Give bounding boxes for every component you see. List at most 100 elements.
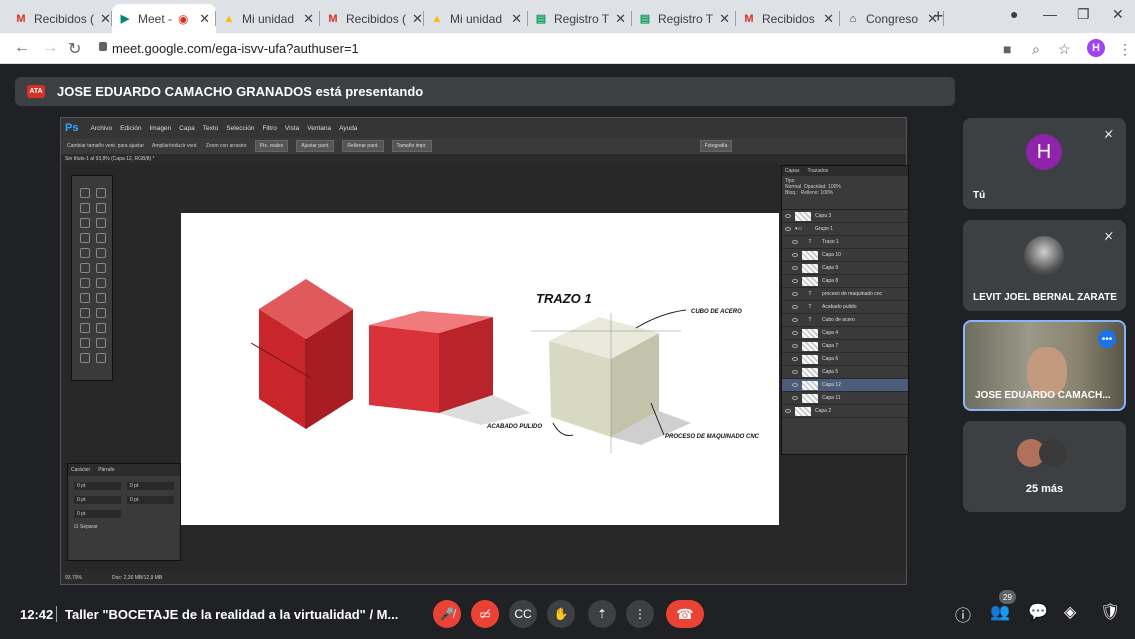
bookmark-star-icon[interactable]: ☆ (1058, 41, 1071, 58)
ps-option[interactable]: Tamaño impr. (391, 140, 432, 152)
forward-icon[interactable]: → (42, 39, 58, 57)
ps-menu-item[interactable]: Ventana (307, 125, 331, 132)
close-window-button[interactable]: ✕ (1112, 6, 1124, 23)
chat-icon[interactable]: 💬 (1028, 602, 1048, 622)
visibility-eye-icon[interactable] (785, 214, 791, 218)
more-options-button[interactable]: ⋮ (626, 600, 654, 628)
char-tab[interactable]: Carácter (71, 467, 90, 473)
layer-row[interactable]: Tproceso de maquinado cnc (782, 288, 908, 301)
menu-kebab-icon[interactable]: ⋮ (1118, 41, 1132, 58)
browser-tab[interactable]: ▤ Registro T ✕ (528, 4, 632, 33)
indent-field[interactable]: 0 pt (74, 510, 121, 518)
ps-option[interactable]: Píx. reales (254, 140, 289, 152)
visibility-eye-icon[interactable] (792, 253, 798, 257)
captions-button[interactable]: CC (509, 600, 537, 628)
visibility-eye-icon[interactable] (792, 266, 798, 270)
layer-row[interactable]: Capa 9 (782, 262, 908, 275)
present-button[interactable]: ⇡ (588, 600, 616, 628)
ps-tool-icon[interactable] (80, 323, 90, 333)
ps-tool-icon[interactable] (80, 233, 90, 243)
indent-field[interactable]: 0 pt (127, 482, 174, 490)
layer-row[interactable]: Capa 6 (782, 353, 908, 366)
visibility-eye-icon[interactable] (792, 370, 798, 374)
browser-tab[interactable]: ▲ Mi unidad ✕ (424, 4, 528, 33)
participant-tile-levit[interactable]: ✕̸ LEVIT JOEL BERNAL ZARATE (963, 220, 1126, 311)
layer-row[interactable]: Capa 7 (782, 340, 908, 353)
indent-field[interactable]: 0 pt (127, 496, 174, 504)
activities-icon[interactable]: ◈ (1064, 602, 1076, 622)
layer-row[interactable]: Capa 12 (782, 379, 908, 392)
browser-tab[interactable]: ▶ Meet - ◉ ✕ (112, 4, 216, 33)
ps-menu-item[interactable]: Archivo (90, 125, 112, 132)
ps-tool-icon[interactable] (80, 278, 90, 288)
visibility-eye-icon[interactable] (792, 357, 798, 361)
layers-tab[interactable]: Trazados (807, 168, 828, 174)
layer-row[interactable]: Capa 2 (782, 405, 908, 418)
hang-up-button[interactable]: ☎ (666, 600, 704, 628)
close-tab-icon[interactable]: ✕ (615, 11, 626, 27)
layers-tab[interactable]: Capas (785, 168, 799, 174)
layer-row[interactable]: T Acabado pulido (782, 301, 908, 314)
ps-tool-icon[interactable] (80, 188, 90, 198)
ps-tool-icon[interactable] (96, 338, 106, 348)
close-tab-icon[interactable]: ✕ (823, 11, 834, 27)
browser-tab[interactable]: M Recibidos (✕ (8, 4, 112, 33)
layer-row[interactable]: Capa 5 (782, 366, 908, 379)
ps-tool-icon[interactable] (96, 218, 106, 228)
camera-indicator-icon[interactable]: ■ (1003, 41, 1011, 57)
layer-row[interactable]: Capa 3 (782, 210, 908, 223)
ps-menu-item[interactable]: Capa (179, 125, 195, 132)
ps-tool-icon[interactable] (80, 248, 90, 258)
fill-value[interactable]: 100% (820, 190, 833, 196)
ps-menu-item[interactable]: Selección (226, 125, 254, 132)
ps-menu-item[interactable]: Edición (120, 125, 141, 132)
ps-option[interactable]: Cambiar tamaño vent. para ajustar (67, 143, 144, 149)
close-tab-icon[interactable]: ✕ (303, 11, 314, 27)
close-tab-icon[interactable]: ✕ (719, 11, 730, 27)
close-tab-icon[interactable]: ✕ (511, 11, 522, 27)
ps-tool-icon[interactable] (80, 203, 90, 213)
participant-tile-jose[interactable]: ••• JOSE EDUARDO CAMACH... (963, 320, 1126, 411)
layer-row[interactable]: Capa 4 (782, 327, 908, 340)
new-tab-button[interactable]: + (933, 6, 944, 27)
visibility-eye-icon[interactable] (792, 344, 798, 348)
visibility-eye-icon[interactable] (792, 331, 798, 335)
mic-toggle-button[interactable]: 🎤̸ (433, 600, 461, 628)
ps-option[interactable]: Ampliar/reducir vent. (152, 143, 198, 149)
ps-tool-icon[interactable] (96, 293, 106, 303)
ps-tool-icon[interactable] (96, 233, 106, 243)
layer-row[interactable]: T Cubo de acero (782, 314, 908, 327)
visibility-eye-icon[interactable] (792, 318, 798, 322)
visibility-eye-icon[interactable] (792, 383, 798, 387)
visibility-eye-icon[interactable] (792, 396, 798, 400)
ps-tool-icon[interactable] (96, 308, 106, 318)
ps-tool-icon[interactable] (96, 263, 106, 273)
browser-account-icon[interactable]: ● (1010, 6, 1018, 22)
minimize-button[interactable]: — (1043, 6, 1057, 22)
camera-toggle-button[interactable]: ▭̸ (471, 600, 499, 628)
layer-row[interactable]: Capa 10 (782, 249, 908, 262)
browser-tab[interactable]: M Recibidos (✕ (320, 4, 424, 33)
close-tab-icon[interactable]: ✕ (412, 11, 423, 27)
ps-tool-icon[interactable] (80, 338, 90, 348)
participant-tile-you[interactable]: H ✕̸ Tú (963, 118, 1126, 209)
ps-tool-icon[interactable] (80, 218, 90, 228)
ps-menu-item[interactable]: Imagen (149, 125, 171, 132)
ps-tool-icon[interactable] (96, 248, 106, 258)
hyphenate-checkbox[interactable]: ☑ (74, 524, 78, 530)
ps-tool-icon[interactable] (80, 353, 90, 363)
visibility-eye-icon[interactable] (792, 279, 798, 283)
ps-menu-item[interactable]: Texto (203, 125, 219, 132)
visibility-eye-icon[interactable] (792, 292, 798, 296)
layer-row[interactable]: Capa 11 (782, 392, 908, 405)
ps-workspace-select[interactable]: Fotografía (699, 140, 733, 152)
ps-tool-icon[interactable] (80, 263, 90, 273)
maximize-button[interactable]: ❐ (1077, 6, 1090, 23)
layer-row[interactable]: T Trazo 1 (782, 236, 908, 249)
ps-option[interactable]: Rellenar pant. (342, 140, 384, 152)
ps-tool-icon[interactable] (80, 293, 90, 303)
back-icon[interactable]: ← (14, 39, 30, 57)
indent-field[interactable]: 0 pt (74, 482, 121, 490)
visibility-eye-icon[interactable] (785, 227, 791, 231)
ps-menu-item[interactable]: Ayuda (339, 125, 357, 132)
